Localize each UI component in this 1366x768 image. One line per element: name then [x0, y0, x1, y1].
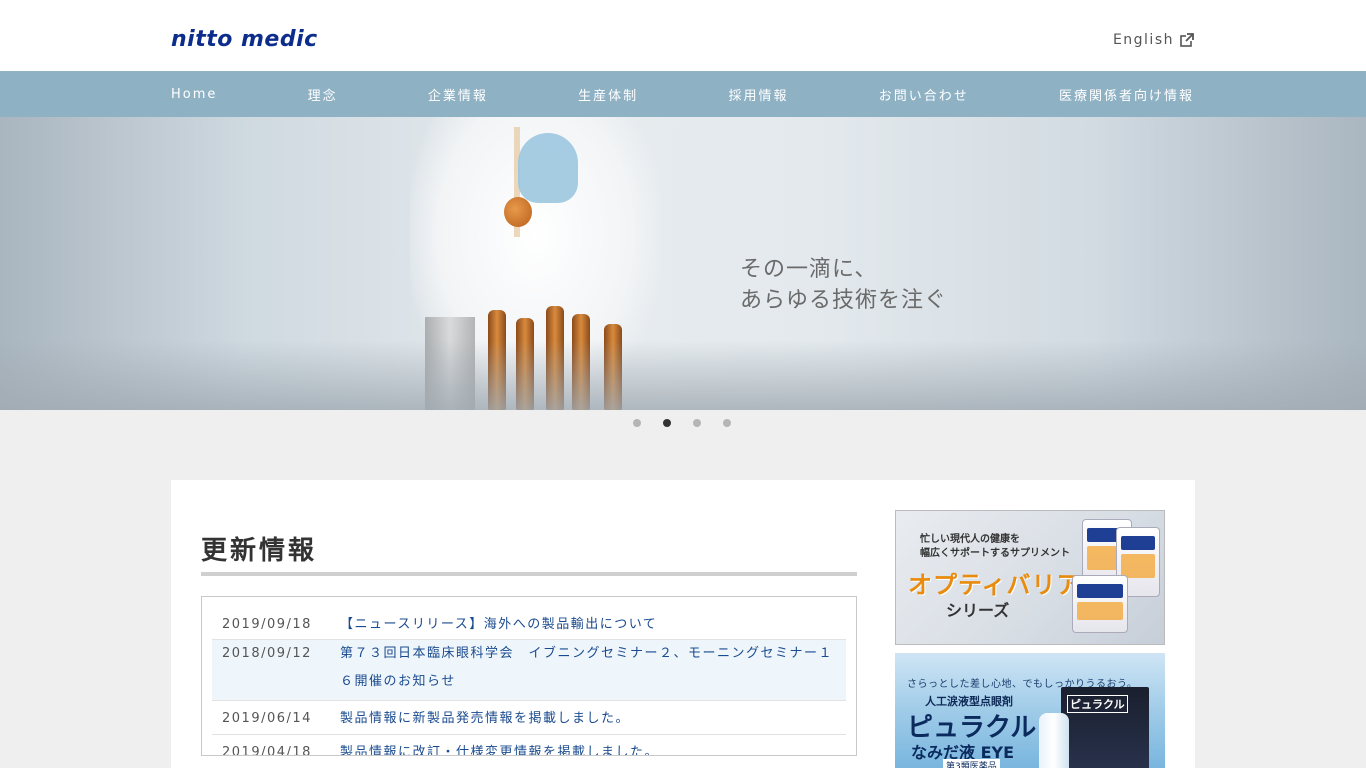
english-label: English	[1112, 32, 1174, 48]
nav-medical[interactable]: 医療関係者向け情報	[1059, 85, 1194, 104]
news-date: 2019/06/14	[222, 711, 312, 726]
nav-philosophy[interactable]: 理念	[308, 85, 338, 104]
hero-caption-line2: あらゆる技術を注ぐ	[740, 288, 948, 313]
news-link[interactable]: 【ニュースリリース】海外への製品輸出について	[340, 611, 842, 639]
news-link[interactable]: 製品情報に新製品発売情報を掲載しました。	[340, 705, 842, 733]
news-date: 2018/09/12	[222, 646, 312, 661]
hero-glove	[518, 133, 578, 203]
news-title-rule	[201, 572, 857, 576]
carousel-dots	[633, 419, 731, 427]
pyurakuru-bottle	[1039, 713, 1069, 768]
news-link[interactable]: 製品情報に改訂・仕様変更情報を掲載しました。	[340, 739, 842, 755]
nav-contact[interactable]: お問い合わせ	[879, 85, 969, 104]
optibaria-series: シリーズ	[946, 601, 1010, 620]
news-row[interactable]: 2019/04/18 製品情報に改訂・仕様変更情報を掲載しました。	[212, 739, 846, 756]
optibaria-tagline-line1: 忙しい現代人の健康を	[920, 534, 1020, 545]
carousel-dot[interactable]	[633, 419, 641, 427]
optibaria-name: オプティバリア	[908, 571, 1082, 599]
hero-floor	[0, 340, 1366, 410]
news-row[interactable]: 2018/09/12 第７３回日本臨床眼科学会 イブニングセミナー２、モーニング…	[212, 640, 846, 701]
pyurakuru-box-label: ピュラクル	[1067, 695, 1128, 713]
optibaria-tagline-line2: 幅広くサポートするサプリメント	[920, 548, 1070, 559]
product-label	[1121, 554, 1155, 578]
news-date: 2019/04/18	[222, 745, 312, 756]
carousel-dot[interactable]	[663, 419, 671, 427]
news-title: 更新情報	[201, 536, 318, 566]
news-date: 2019/09/18	[222, 617, 312, 632]
content-card: 更新情報 2019/09/18 【ニュースリリース】海外への製品輸出について 2…	[171, 480, 1195, 768]
nav-recruit[interactable]: 採用情報	[728, 85, 788, 104]
optibaria-product-box	[1072, 575, 1128, 633]
optibaria-banner[interactable]: 忙しい現代人の健康を 幅広くサポートするサプリメント オプティバリア シリーズ	[895, 510, 1165, 645]
logo[interactable]: nitto medic	[171, 27, 318, 53]
optibaria-tagline: 忙しい現代人の健康を 幅広くサポートするサプリメント	[920, 533, 1070, 561]
news-row[interactable]: 2019/09/18 【ニュースリリース】海外への製品輸出について	[212, 611, 846, 640]
product-label	[1077, 584, 1123, 598]
pyurakuru-banner[interactable]: さらっとした差し心地、でもしっかりうるおう。 人工涙液型点眼剤 ピュラクル なみ…	[895, 653, 1165, 768]
nav-company[interactable]: 企業情報	[428, 85, 488, 104]
pyurakuru-category: 第3類医薬品	[943, 759, 1000, 768]
hero-flask	[504, 197, 532, 227]
nav-home[interactable]: Home	[171, 87, 217, 102]
product-label	[1121, 536, 1155, 550]
carousel-dot[interactable]	[723, 419, 731, 427]
product-label	[1077, 602, 1123, 620]
carousel-dot[interactable]	[693, 419, 701, 427]
news-list[interactable]: 2019/09/18 【ニュースリリース】海外への製品輸出について 2018/0…	[201, 596, 857, 756]
hero-caption-line1: その一滴に、	[740, 257, 878, 282]
nav-production[interactable]: 生産体制	[578, 85, 638, 104]
pyurakuru-box: ピュラクル	[1061, 687, 1149, 768]
external-link-icon	[1180, 33, 1194, 47]
news-link[interactable]: 第７３回日本臨床眼科学会 イブニングセミナー２、モーニングセミナー１６開催のお知…	[340, 640, 842, 696]
english-link[interactable]: English	[1113, 32, 1194, 48]
hero-slider[interactable]: その一滴に、 あらゆる技術を注ぐ	[0, 117, 1366, 410]
news-row[interactable]: 2019/06/14 製品情報に新製品発売情報を掲載しました。	[212, 705, 846, 735]
hero-caption: その一滴に、 あらゆる技術を注ぐ	[740, 254, 947, 316]
site-header: nitto medic English	[0, 0, 1366, 71]
main-nav: Home 理念 企業情報 生産体制 採用情報 お問い合わせ 医療関係者向け情報	[0, 71, 1366, 117]
